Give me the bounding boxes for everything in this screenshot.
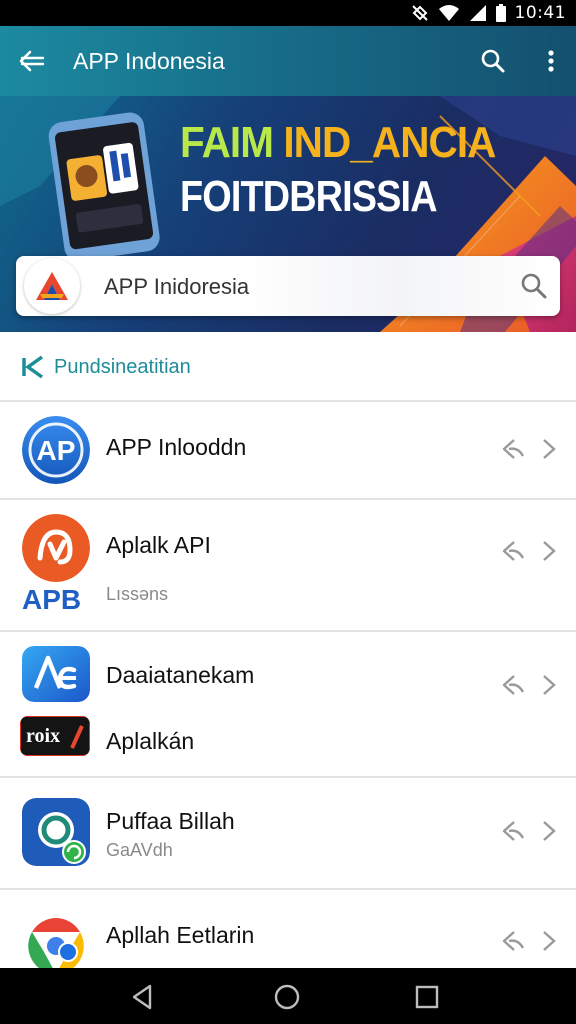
share-icon[interactable] [500,436,526,462]
banner-headline-word1: FAIM [180,118,274,167]
section-title: Pundsineatitian [54,356,191,378]
item-title: Daaiatanekam [106,662,255,688]
cell-signal-icon [469,5,486,21]
banner-search-bar[interactable]: APP Inidoresia [16,256,560,316]
chevron-right-icon[interactable] [538,818,560,844]
chevron-right-icon[interactable] [538,928,560,954]
svg-text:AP: AP [37,435,76,466]
promo-banner[interactable]: FAIM IND_ANCIA FOITDBRISSIA APP Inidores… [0,96,576,332]
app-ap-icon: AP [22,416,90,484]
banner-headline-2: FOITDBRISSIA [180,172,438,221]
wifi-icon [438,5,459,21]
search-icon[interactable] [518,270,550,302]
signal-muted-icon [411,5,428,21]
section-k-icon [22,355,44,379]
item-subtitle: GaAVdh [106,840,173,860]
more-vert-icon [548,50,554,72]
app-chrome-icon [22,912,90,968]
item-title: Aplalk API [106,532,211,558]
svg-text:roix: roix [26,725,60,747]
more-options-button[interactable] [538,44,564,78]
share-icon[interactable] [500,818,526,844]
item-title-secondary: Aplalkán [106,728,195,754]
search-icon [481,49,505,73]
page-title: APP Indonesia [73,48,225,74]
recents-square-icon[interactable] [412,982,442,1012]
banner-headline-word2: IND_ANCIA [283,118,496,167]
chevron-right-icon[interactable] [538,436,560,462]
svg-text:APB: APB [22,584,81,614]
search-button[interactable] [476,44,510,78]
item-title: APP Inlooddn [106,434,247,460]
list-item[interactable]: Apllah Eetlarin [0,890,576,968]
item-title: Apllah Eetlarin [106,922,255,948]
banner-headline-1: FAIM IND_ANCIA [180,118,496,168]
list-item[interactable]: APB Aplalk API Lıssəns [0,500,576,632]
item-subtitle: Lıssəns [106,584,169,604]
status-icons: 10:41 [411,3,567,23]
app-ae-icon [22,646,90,702]
battery-icon [495,4,506,22]
app-logo-icon [36,272,68,300]
back-triangle-icon[interactable] [128,982,158,1012]
item-title: Puffaa Billah [106,808,235,834]
status-bar: 10:41 [0,0,576,26]
roix-app-icon: roix [20,716,90,756]
share-icon[interactable] [500,672,526,698]
status-time: 10:41 [514,3,566,23]
section-header: Pundsineatitian [0,332,576,402]
apb-badge-icon: APB [22,584,81,614]
app-orange-icon [22,514,90,582]
list-item[interactable]: Puffaa Billah GaAVdh [0,778,576,890]
share-icon[interactable] [500,538,526,564]
list-item[interactable]: AP APP Inlooddn [0,402,576,500]
chevron-right-icon[interactable] [538,538,560,564]
back-arrow-icon [19,50,45,72]
back-button[interactable] [14,44,50,78]
list-item[interactable]: roix Daaiatanekam Aplalkán [0,632,576,778]
system-nav-bar [0,968,576,1024]
app-blue-circle-icon [22,798,90,866]
chevron-right-icon[interactable] [538,672,560,698]
app-bar: APP Indonesia [0,26,576,96]
share-icon[interactable] [500,928,526,954]
home-circle-icon[interactable] [272,982,302,1012]
app-logo [24,258,80,314]
banner-search-text: APP Inidoresia [104,274,250,299]
